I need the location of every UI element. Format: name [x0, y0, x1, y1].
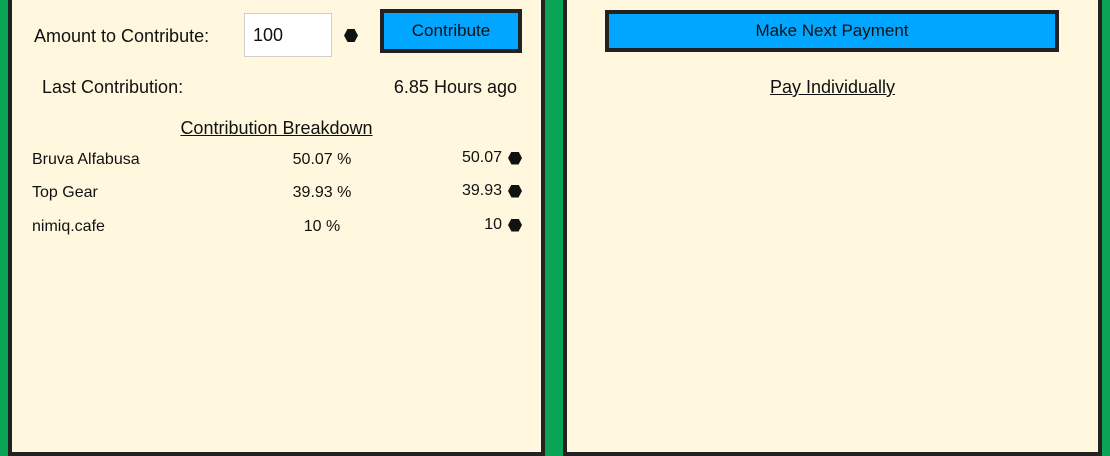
breakdown-name: Bruva Alfabusa	[32, 151, 140, 168]
breakdown-amount: 39.93	[461, 182, 502, 199]
breakdown-amount: 10	[484, 216, 502, 233]
nimiq-hexagon-icon	[344, 29, 358, 42]
nimiq-hexagon-icon	[508, 151, 522, 165]
breakdown-row: nimiq.cafe 10 % 10	[12, 216, 541, 242]
amount-label: Amount to Contribute:	[34, 26, 210, 46]
breakdown-title: Contribution Breakdown	[180, 118, 373, 138]
breakdown-name: nimiq.cafe	[32, 218, 105, 235]
breakdown-name: Top Gear	[32, 184, 98, 201]
breakdown-amount-cell: 10	[484, 216, 522, 234]
breakdown-row: Top Gear 39.93 % 39.93	[12, 182, 541, 208]
contribute-panel: Amount to Contribute: Contribute Last Co…	[8, 0, 545, 456]
pay-individually-link[interactable]: Pay Individually	[567, 77, 1098, 98]
breakdown-percent: 39.93 %	[292, 184, 352, 201]
breakdown-row: Bruva Alfabusa 50.07 % 50.07	[12, 149, 541, 175]
breakdown-percent: 50.07 %	[292, 151, 352, 168]
nimiq-hexagon-icon	[508, 184, 522, 198]
payment-panel: Make Next Payment Pay Individually	[563, 0, 1102, 456]
nimiq-hexagon-icon	[508, 218, 522, 232]
contribute-button[interactable]: Contribute	[380, 9, 522, 53]
last-contribution-label: Last Contribution:	[42, 77, 184, 97]
make-next-payment-button[interactable]: Make Next Payment	[605, 10, 1059, 52]
breakdown-amount: 50.07	[461, 149, 502, 166]
breakdown-percent: 10 %	[303, 218, 341, 235]
amount-input[interactable]	[244, 13, 332, 57]
breakdown-amount-cell: 39.93	[462, 182, 522, 200]
breakdown-amount-cell: 50.07	[462, 149, 522, 167]
last-contribution-value: 6.85 Hours ago	[393, 77, 517, 97]
